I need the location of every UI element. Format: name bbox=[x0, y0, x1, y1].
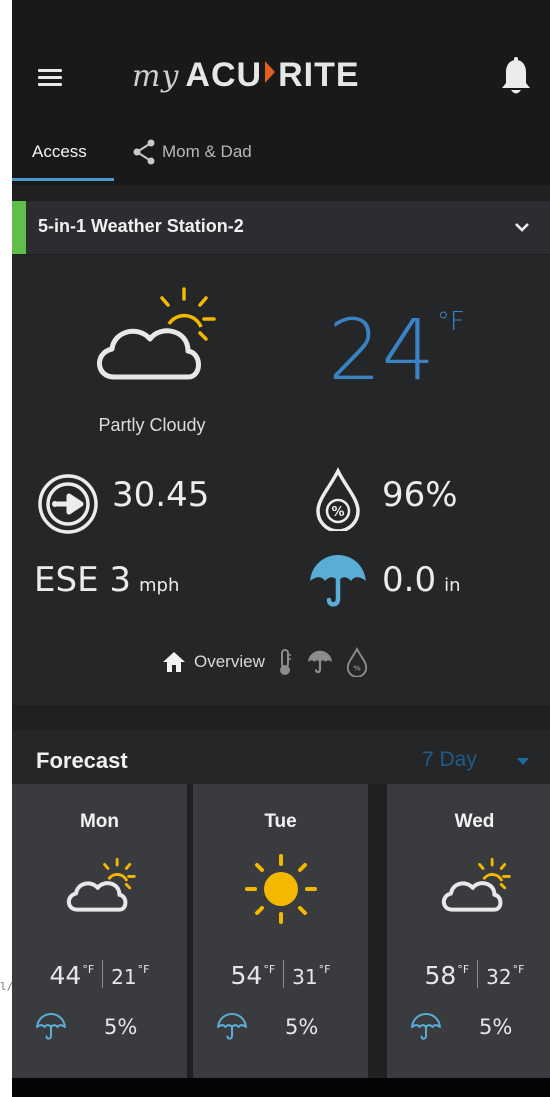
day-name: Wed bbox=[454, 811, 495, 832]
rain-reading: 0.0 in bbox=[382, 560, 461, 600]
device-name: 5-in-1 Weather Station-2 bbox=[38, 216, 244, 236]
umbrella-outline-icon bbox=[217, 1013, 247, 1040]
device-status-indicator bbox=[12, 201, 26, 254]
day-precipitation: 5% bbox=[409, 1012, 512, 1042]
partly-cloudy-icon bbox=[66, 857, 136, 912]
svg-text:%: % bbox=[353, 663, 361, 672]
partly-cloudy-icon bbox=[441, 857, 511, 912]
day-name: Tue bbox=[264, 811, 297, 832]
temperature-value: 24 bbox=[328, 301, 435, 399]
tab-mom-and-dad-label: Mom & Dad bbox=[162, 142, 252, 161]
device-selector[interactable]: 5-in-1 Weather Station-2 bbox=[12, 201, 550, 254]
condition-label: Partly Cloudy bbox=[98, 415, 206, 435]
humidity-drop-icon: % bbox=[316, 467, 360, 531]
day-high-unit: °F bbox=[82, 963, 95, 976]
day-high-unit: °F bbox=[263, 963, 276, 976]
day-low-unit: °F bbox=[318, 963, 331, 976]
forecast-day-card[interactable]: Mon 44°F 21°F 5% bbox=[12, 784, 187, 1080]
day-name: Mon bbox=[79, 811, 120, 832]
logo-arrow-icon bbox=[265, 61, 276, 83]
rain-tab-umbrella-icon[interactable] bbox=[305, 649, 335, 675]
detail-subnav: Overview % bbox=[162, 647, 369, 677]
svg-text:%: % bbox=[331, 505, 344, 520]
share-icon bbox=[133, 139, 155, 165]
day-high: 44 bbox=[49, 961, 82, 990]
day-low: 31 bbox=[292, 965, 318, 989]
day-low-unit: °F bbox=[137, 963, 150, 976]
thermometer-icon[interactable] bbox=[275, 648, 295, 676]
day-precip-value: 5% bbox=[285, 1015, 319, 1039]
forecast-day-card[interactable]: Tue 54°F 31°F 5% bbox=[193, 784, 368, 1080]
app-screen: my ACU RITE Access Mom & Dad 5-in-1 Weat… bbox=[12, 0, 550, 1097]
day-high: 58 bbox=[424, 961, 457, 990]
partly-cloudy-icon bbox=[97, 287, 216, 380]
umbrella-icon bbox=[310, 555, 366, 607]
day-low: 32 bbox=[486, 965, 512, 989]
temperature-unit: °F bbox=[436, 307, 465, 337]
rain-unit: in bbox=[444, 575, 461, 596]
rain-value: 0.0 bbox=[382, 560, 437, 600]
humidity-reading: 96% bbox=[382, 475, 458, 515]
temp-separator bbox=[283, 960, 285, 988]
subnav-overview-label: Overview bbox=[194, 652, 265, 671]
hamburger-menu-icon[interactable] bbox=[38, 69, 62, 87]
day-low-unit: °F bbox=[512, 963, 525, 976]
current-temperature: 24 °F bbox=[328, 305, 465, 395]
day-high-unit: °F bbox=[457, 963, 470, 976]
umbrella-outline-icon bbox=[411, 1013, 441, 1040]
day-precip-value: 5% bbox=[104, 1015, 138, 1039]
forecast-header: Forecast 7 Day bbox=[12, 730, 550, 784]
current-conditions-card: Partly Cloudy 24 °F 30.45 % 96% ESE 3 mph bbox=[12, 255, 550, 705]
tab-mom-and-dad[interactable]: Mom & Dad bbox=[132, 137, 252, 167]
wind-reading: ESE 3 mph bbox=[34, 560, 179, 600]
wind-value: ESE 3 bbox=[34, 560, 131, 600]
subnav-overview[interactable]: Overview bbox=[162, 651, 265, 673]
app-header: my ACU RITE Access Mom & Dad bbox=[12, 0, 550, 185]
app-logo: my ACU RITE bbox=[132, 56, 360, 96]
tab-access[interactable]: Access bbox=[32, 137, 87, 167]
day-precipitation: 5% bbox=[34, 1012, 137, 1042]
edge-text: l/ bbox=[0, 980, 14, 993]
logo-acu: ACU bbox=[185, 56, 263, 94]
day-high: 54 bbox=[230, 961, 263, 990]
logo-my: my bbox=[132, 59, 180, 94]
system-nav-bar bbox=[12, 1078, 550, 1097]
wind-unit: mph bbox=[139, 575, 180, 596]
active-tab-indicator bbox=[12, 178, 114, 181]
forecast-range-dropdown[interactable]: 7 Day bbox=[422, 748, 477, 772]
forecast-title: Forecast bbox=[36, 748, 128, 773]
pressure-reading: 30.45 bbox=[112, 475, 210, 515]
day-temperatures: 54°F 31°F bbox=[193, 960, 368, 990]
logo-rite: RITE bbox=[278, 56, 360, 94]
barometer-icon bbox=[38, 474, 98, 534]
temp-separator bbox=[477, 960, 479, 988]
sunny-icon bbox=[245, 854, 317, 924]
humidity-tab-icon[interactable]: % bbox=[345, 647, 369, 677]
chevron-down-icon[interactable] bbox=[512, 217, 532, 237]
forecast-day-card[interactable]: Wed 58°F 32°F 5% bbox=[387, 784, 550, 1080]
day-low: 21 bbox=[111, 965, 137, 989]
dropdown-caret-icon[interactable] bbox=[517, 758, 529, 765]
day-temperatures: 58°F 32°F bbox=[387, 960, 550, 990]
notification-bell-icon[interactable] bbox=[498, 56, 534, 98]
umbrella-outline-icon bbox=[36, 1013, 66, 1040]
day-precip-value: 5% bbox=[479, 1015, 513, 1039]
day-precipitation: 5% bbox=[215, 1012, 318, 1042]
day-temperatures: 44°F 21°F bbox=[12, 960, 187, 990]
temp-separator bbox=[102, 960, 104, 988]
home-icon bbox=[163, 652, 185, 672]
